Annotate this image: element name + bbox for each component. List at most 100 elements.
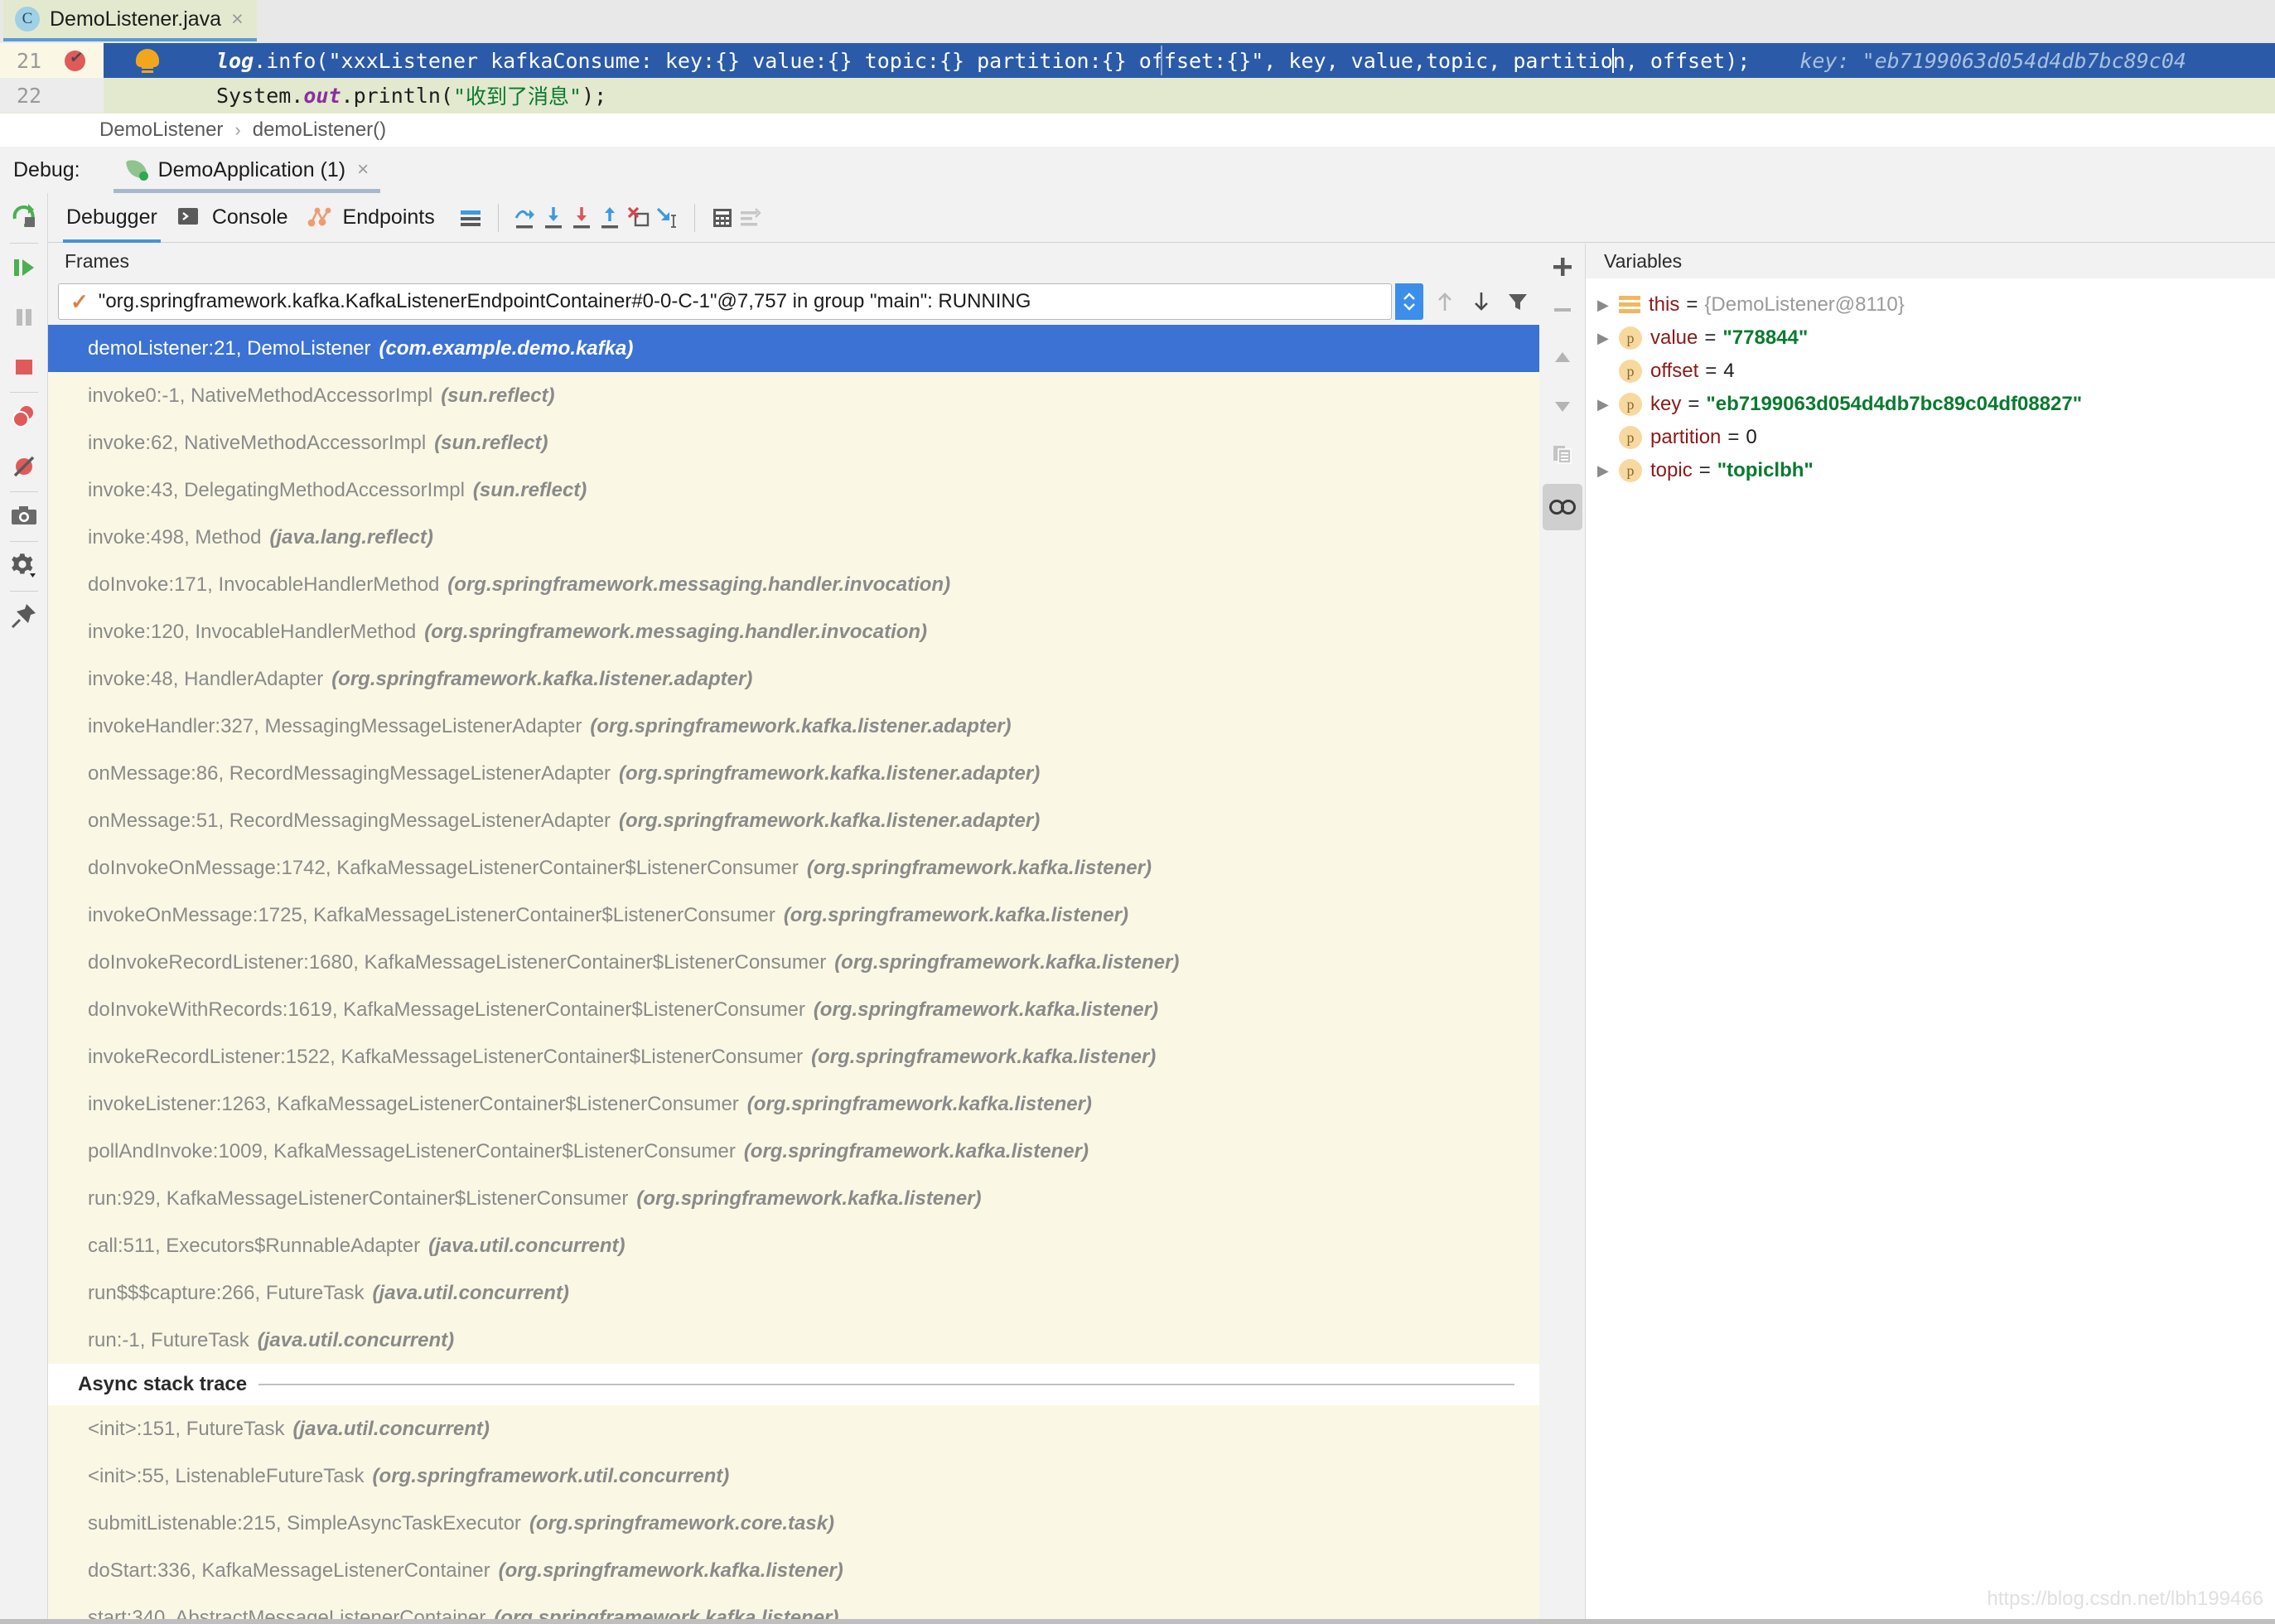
frame-method: onMessage:51, RecordMessagingMessageList… (88, 810, 611, 833)
variable-row[interactable]: ▶ptopic="topiclbh" (1586, 454, 2275, 487)
frame-row[interactable]: invoke:48, HandlerAdapter(org.springfram… (48, 655, 1539, 703)
frame-row[interactable]: invoke:498, Method(java.lang.reflect) (48, 514, 1539, 561)
stop-icon[interactable] (0, 344, 48, 390)
frame-row[interactable]: call:511, Executors$RunnableAdapter(java… (48, 1222, 1539, 1269)
frame-row[interactable]: run:-1, FutureTask(java.util.concurrent) (48, 1317, 1539, 1364)
frame-row[interactable]: run$$$capture:266, FutureTask(java.util.… (48, 1269, 1539, 1317)
frame-row[interactable]: run:929, KafkaMessageListenerContainer$L… (48, 1175, 1539, 1222)
frame-row[interactable]: invokeHandler:327, MessagingMessageListe… (48, 703, 1539, 750)
frame-row[interactable]: invoke:120, InvocableHandlerMethod(org.s… (48, 608, 1539, 655)
lightbulb-icon[interactable] (136, 49, 159, 67)
frames-filter-icon[interactable] (1503, 283, 1533, 320)
frames-list[interactable]: demoListener:21, DemoListener(com.exampl… (48, 325, 1539, 1624)
move-up-icon[interactable] (1539, 335, 1586, 381)
frame-method: invokeHandler:327, MessagingMessageListe… (88, 715, 582, 738)
variable-row[interactable]: ▶this={DemoListener@8110} (1586, 288, 2275, 321)
line-number: 21 (17, 49, 41, 73)
frame-row[interactable]: invokeListener:1263, KafkaMessageListene… (48, 1080, 1539, 1128)
frame-row[interactable]: invoke0:-1, NativeMethodAccessorImpl(sun… (48, 372, 1539, 419)
copy-value-icon[interactable] (1539, 431, 1586, 477)
pin-icon[interactable] (0, 592, 48, 639)
code-content[interactable]: log.info("xxxListener kafkaConsume: key:… (191, 43, 2275, 114)
breadcrumb-method[interactable]: demoListener() (253, 118, 386, 142)
drop-frame-icon[interactable] (625, 204, 653, 232)
frame-row[interactable]: invokeOnMessage:1725, KafkaMessageListen… (48, 892, 1539, 939)
frame-row[interactable]: pollAndInvoke:1009, KafkaMessageListener… (48, 1128, 1539, 1175)
frame-method: doStart:336, KafkaMessageListenerContain… (88, 1559, 490, 1583)
frames-down-icon[interactable] (1466, 283, 1496, 320)
frame-row[interactable]: invoke:62, NativeMethodAccessorImpl(sun.… (48, 419, 1539, 466)
screenshot-icon[interactable] (0, 493, 48, 539)
expand-triangle-icon[interactable]: ▶ (1597, 396, 1619, 413)
chevron-updown-icon[interactable] (1395, 283, 1423, 320)
thread-selector[interactable]: ✓ "org.springframework.kafka.KafkaListen… (58, 283, 1392, 320)
tab-console[interactable]: Console (176, 204, 288, 232)
mute-breakpoints-icon[interactable] (0, 443, 48, 490)
frame-package: (java.lang.reflect) (269, 526, 432, 549)
add-watch-icon[interactable] (1539, 244, 1586, 290)
rerun-icon[interactable] (0, 193, 48, 239)
frame-row[interactable]: <init>:55, ListenableFutureTask(org.spri… (48, 1452, 1539, 1500)
step-over-icon[interactable] (512, 204, 540, 232)
gutter-line-21[interactable]: 21 ✓ (0, 43, 104, 78)
breakpoint-icon[interactable]: ✓ (65, 51, 85, 71)
async-stack-label: Async stack trace (78, 1373, 247, 1396)
code-editor[interactable]: 21 ✓ 22 log.info("xxxListener kafkaConsu… (0, 43, 2275, 114)
frame-row[interactable]: doStart:336, KafkaMessageListenerContain… (48, 1547, 1539, 1594)
frame-row[interactable]: doInvokeWithRecords:1619, KafkaMessageLi… (48, 986, 1539, 1033)
frame-method: pollAndInvoke:1009, KafkaMessageListener… (88, 1140, 736, 1163)
editor-tab-demolistener[interactable]: C DemoListener.java × (3, 0, 257, 41)
frame-row[interactable]: <init>:151, FutureTask(java.util.concurr… (48, 1405, 1539, 1452)
expand-triangle-icon[interactable]: ▶ (1597, 330, 1619, 347)
pause-program-icon[interactable] (0, 294, 48, 341)
frame-row[interactable]: submitListenable:215, SimpleAsyncTaskExe… (48, 1500, 1539, 1547)
inspect-icon[interactable] (1543, 484, 1582, 530)
frame-row[interactable]: onMessage:86, RecordMessagingMessageList… (48, 750, 1539, 797)
frame-row[interactable]: onMessage:51, RecordMessagingMessageList… (48, 797, 1539, 844)
code-line-22[interactable]: System.out.println("收到了消息"); (191, 78, 2275, 113)
gutter-line-22[interactable]: 22 (0, 78, 104, 113)
frame-row[interactable]: doInvokeRecordListener:1680, KafkaMessag… (48, 939, 1539, 986)
expand-triangle-icon[interactable]: ▶ (1597, 462, 1619, 480)
frame-row[interactable]: invokeRecordListener:1522, KafkaMessageL… (48, 1033, 1539, 1080)
run-to-cursor-icon[interactable] (653, 204, 681, 232)
intention-row-21[interactable] (104, 43, 191, 78)
frame-row[interactable]: invoke:43, DelegatingMethodAccessorImpl(… (48, 466, 1539, 514)
variables-title: Variables (1586, 244, 2275, 278)
inline-hint-separator (1161, 46, 1162, 75)
editor-intention-gutter[interactable] (104, 43, 191, 114)
frame-row[interactable]: doInvokeOnMessage:1742, KafkaMessageList… (48, 844, 1539, 892)
frame-package: (sun.reflect) (441, 384, 554, 408)
breadcrumb-class[interactable]: DemoListener (99, 118, 223, 142)
code-line-21-text: .info("xxxListener kafkaConsume: key:{} … (254, 49, 1613, 73)
frame-row[interactable]: demoListener:21, DemoListener(com.exampl… (48, 325, 1539, 372)
variable-row[interactable]: ▶pvalue="778844" (1586, 321, 2275, 355)
step-out-icon[interactable] (597, 204, 625, 232)
editor-line-gutter[interactable]: 21 ✓ 22 (0, 43, 104, 114)
variable-row[interactable]: ▶ppartition=0 (1586, 421, 2275, 454)
step-into-icon[interactable] (540, 204, 568, 232)
resume-program-icon[interactable] (0, 244, 48, 291)
expand-triangle-icon[interactable]: ▶ (1597, 297, 1619, 314)
tab-endpoints[interactable]: Endpoints (307, 204, 435, 232)
settings-gear-icon[interactable] (0, 543, 48, 589)
tab-debugger[interactable]: Debugger (66, 205, 157, 230)
debug-header: Debug: DemoApplication (1) × (0, 147, 2275, 193)
close-icon[interactable]: × (357, 158, 369, 181)
variable-row[interactable]: ▶pkey="eb7199063d054d4db7bc89c04df08827" (1586, 388, 2275, 421)
evaluate-expression-icon[interactable] (708, 204, 737, 232)
code-line-21[interactable]: log.info("xxxListener kafkaConsume: key:… (191, 43, 2275, 78)
remove-watch-icon[interactable] (1539, 287, 1586, 333)
frame-row[interactable]: doInvoke:171, InvocableHandlerMethod(org… (48, 561, 1539, 608)
variables-list[interactable]: ▶this={DemoListener@8110}▶pvalue="778844… (1586, 278, 2275, 1624)
close-icon[interactable]: × (231, 9, 244, 30)
view-breakpoints-icon[interactable] (0, 394, 48, 440)
move-down-icon[interactable] (1539, 383, 1586, 429)
frame-package: (org.springframework.messaging.handler.i… (447, 573, 950, 597)
frames-up-icon[interactable] (1430, 283, 1460, 320)
variable-row[interactable]: ▶poffset=4 (1586, 355, 2275, 388)
layout-settings-icon[interactable] (456, 204, 485, 232)
force-step-into-icon[interactable] (568, 204, 597, 232)
debug-run-tab[interactable]: DemoApplication (1) × (114, 147, 381, 193)
frames-title: Frames (48, 244, 1539, 278)
